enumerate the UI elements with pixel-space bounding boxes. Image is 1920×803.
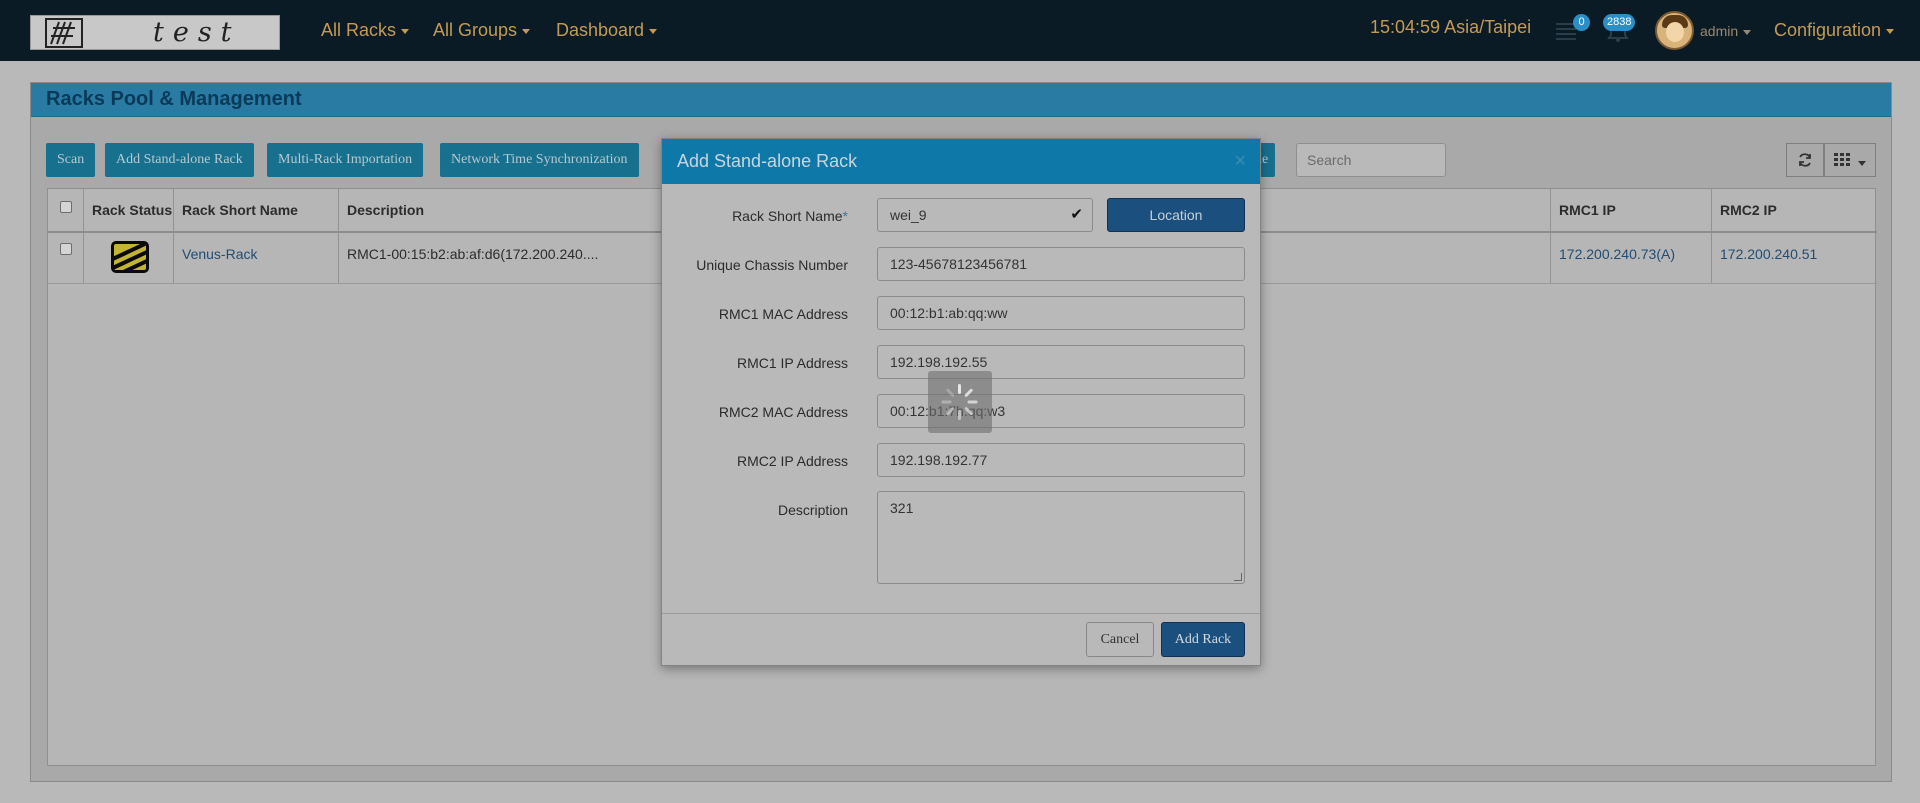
rmc1-ip-link[interactable]: 172.200.240.73(A) bbox=[1550, 233, 1712, 283]
rmc2-mac-label: RMC2 MAC Address bbox=[718, 404, 848, 420]
configuration-menu[interactable]: Configuration bbox=[1774, 0, 1895, 61]
caret-down-icon bbox=[1858, 160, 1867, 166]
spinner-icon bbox=[958, 384, 961, 394]
grid-icon bbox=[1833, 153, 1850, 166]
location-button[interactable]: Location bbox=[1107, 198, 1245, 232]
select-all-checkbox[interactable] bbox=[60, 201, 72, 213]
rmc1-mac-input[interactable]: 00:12:b1:ab:qq:ww bbox=[877, 296, 1245, 330]
rmc2-ip-link[interactable]: 172.200.240.51 bbox=[1712, 233, 1877, 283]
resize-grip-icon[interactable] bbox=[1234, 573, 1242, 581]
description-label: Description bbox=[777, 502, 848, 518]
caret-down-icon bbox=[1886, 28, 1895, 34]
nav-menu-label: Dashboard bbox=[556, 20, 645, 40]
cancel-button[interactable]: Cancel bbox=[1086, 622, 1154, 657]
loading-spinner bbox=[928, 371, 992, 433]
required-mark: * bbox=[842, 208, 848, 224]
row-checkbox[interactable] bbox=[60, 243, 72, 255]
rack-name-link[interactable]: Venus-Rack bbox=[174, 233, 339, 283]
user-avatar[interactable] bbox=[1655, 11, 1694, 50]
column-header-rack-short-name[interactable]: Rack Short Name bbox=[174, 189, 339, 231]
configuration-label: Configuration bbox=[1774, 20, 1882, 40]
caret-down-icon bbox=[401, 28, 410, 34]
rmc1-mac-label: RMC1 MAC Address bbox=[718, 306, 848, 322]
column-header-rmc2-ip[interactable]: RMC2 IP bbox=[1712, 189, 1877, 231]
top-navbar: test All Racks All Groups Dashboard 15:0… bbox=[0, 0, 1920, 61]
nav-menu-label: All Racks bbox=[321, 20, 397, 40]
scan-button[interactable]: Scan bbox=[46, 143, 96, 177]
rmc2-ip-input[interactable]: 192.198.192.77 bbox=[877, 443, 1245, 477]
task-count-badge: 0 bbox=[1573, 14, 1590, 31]
caret-down-icon bbox=[1743, 29, 1752, 35]
refresh-button[interactable] bbox=[1786, 143, 1824, 177]
network-time-sync-button[interactable]: Network Time Synchronization bbox=[440, 143, 639, 177]
modal-title: Add Stand-alone Rack bbox=[677, 151, 858, 171]
task-list-button[interactable]: 0 bbox=[1555, 14, 1590, 42]
check-icon: ✔ bbox=[1070, 206, 1083, 223]
rmc2-ip-label: RMC2 IP Address bbox=[736, 453, 848, 469]
user-name-label: admin bbox=[1700, 23, 1739, 39]
rack-status-icon bbox=[111, 241, 149, 273]
nav-menu-label: All Groups bbox=[433, 20, 518, 40]
column-header-rack-status[interactable]: Rack Status bbox=[84, 189, 174, 231]
logo-text: test bbox=[153, 17, 241, 48]
nav-menu-all-groups[interactable]: All Groups bbox=[433, 0, 531, 61]
nav-menu-all-racks[interactable]: All Racks bbox=[321, 0, 410, 61]
description-textarea[interactable]: 321 bbox=[877, 491, 1245, 584]
nav-menu-dashboard[interactable]: Dashboard bbox=[556, 0, 658, 61]
add-rack-button[interactable]: Add Rack bbox=[1161, 622, 1245, 657]
app-logo[interactable]: test bbox=[30, 15, 280, 50]
add-standalone-rack-button[interactable]: Add Stand-alone Rack bbox=[105, 143, 254, 177]
columns-toggle-button[interactable] bbox=[1824, 143, 1876, 177]
user-menu[interactable]: admin bbox=[1700, 0, 1752, 63]
modal-header: Add Stand-alone Rack × bbox=[662, 139, 1260, 184]
alerts-button[interactable]: 2838 bbox=[1603, 14, 1636, 42]
caret-down-icon bbox=[649, 28, 658, 34]
logo-mark-icon bbox=[45, 18, 83, 48]
column-header-rmc1-ip[interactable]: RMC1 IP bbox=[1550, 189, 1712, 231]
panel-header bbox=[31, 83, 1891, 117]
search-input[interactable]: Search bbox=[1296, 143, 1446, 177]
server-time: 15:04:59 Asia/Taipei bbox=[1370, 17, 1532, 37]
header-select-all-cell bbox=[48, 189, 84, 231]
rmc1-ip-label: RMC1 IP Address bbox=[736, 355, 848, 371]
unique-chassis-number-input[interactable]: 123-45678123456781 bbox=[877, 247, 1245, 281]
refresh-icon bbox=[1799, 153, 1811, 167]
multi-rack-importation-button[interactable]: Multi-Rack Importation bbox=[267, 143, 424, 177]
rack-short-name-input[interactable]: wei_9 ✔ bbox=[877, 198, 1093, 232]
page-title: Racks Pool & Management bbox=[46, 88, 302, 110]
close-icon[interactable]: × bbox=[1234, 151, 1246, 171]
caret-down-icon bbox=[522, 28, 531, 34]
rack-short-name-label: Rack Short Name* bbox=[732, 208, 848, 224]
alert-count-badge: 2838 bbox=[1603, 14, 1636, 31]
unique-chassis-number-label: Unique Chassis Number bbox=[696, 257, 848, 273]
row-select-cell bbox=[48, 233, 84, 283]
